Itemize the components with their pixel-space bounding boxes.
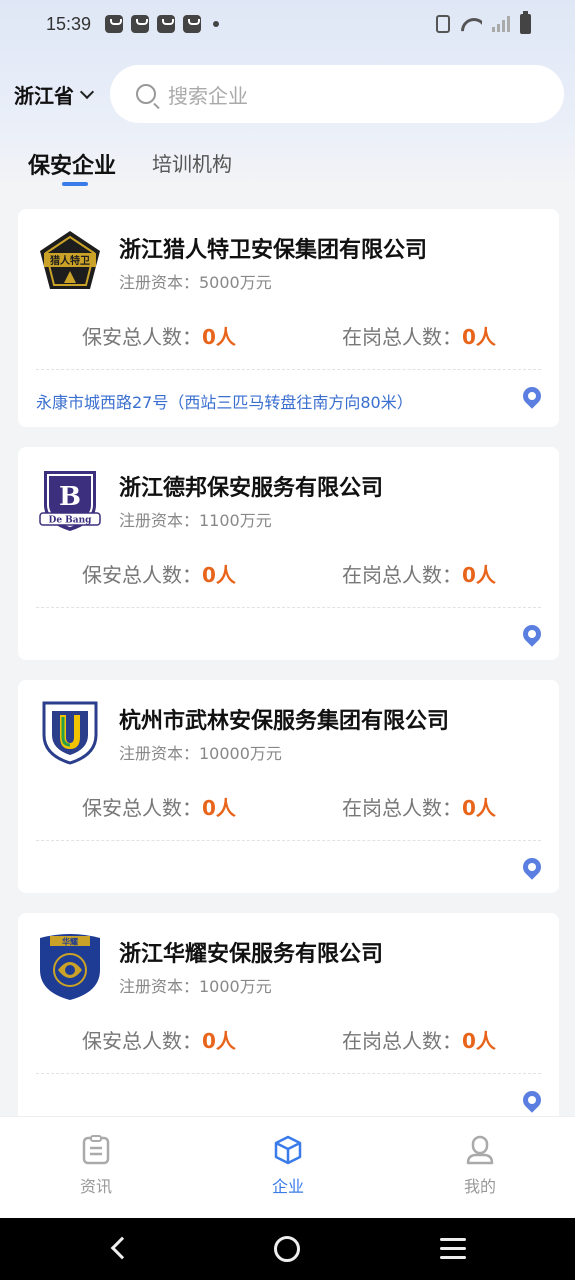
search-input[interactable]: 搜索企业 <box>110 65 564 123</box>
nav-mine[interactable]: 我的 <box>440 1135 520 1197</box>
company-logo: 华耀 <box>36 931 104 1000</box>
onduty-count: 在岗总人数：0人 <box>342 559 496 588</box>
chevron-down-icon <box>79 84 95 99</box>
location-pin-icon[interactable] <box>519 383 545 409</box>
security-count-label: 保安总人数： <box>82 325 202 349</box>
company-address[interactable]: 永康市城西路27号（西站三匹马转盘往南方向80米） <box>36 389 413 413</box>
onduty-count-value: 0人 <box>462 325 496 349</box>
registered-capital: 注册资本：1100万元 <box>119 511 272 530</box>
nav-company[interactable]: 企业 <box>248 1135 328 1197</box>
nav-company-label: 企业 <box>271 1177 304 1196</box>
system-navigation-bar <box>0 1218 575 1280</box>
onduty-count: 在岗总人数：0人 <box>342 321 496 350</box>
security-count: 保安总人数：0人 <box>82 792 236 821</box>
divider <box>36 607 541 608</box>
security-count-label: 保安总人数： <box>82 563 202 587</box>
onduty-count-value: 0人 <box>462 796 496 820</box>
nav-mine-label: 我的 <box>463 1177 496 1196</box>
divider <box>36 1073 541 1074</box>
registered-capital: 注册资本：10000万元 <box>119 744 282 763</box>
home-icon[interactable] <box>274 1236 300 1262</box>
region-label: 浙江省 <box>14 84 74 108</box>
profile-icon <box>466 1135 494 1165</box>
company-name: 浙江猎人特卫安保集团有限公司 <box>119 238 428 263</box>
security-count-value: 0人 <box>202 1029 236 1053</box>
signal-icon <box>492 16 510 32</box>
divider <box>36 840 541 841</box>
wifi-icon <box>460 16 482 32</box>
menu-icon[interactable] <box>440 1238 466 1260</box>
onduty-count-label: 在岗总人数： <box>342 1029 462 1053</box>
company-name: 浙江德邦保安服务有限公司 <box>119 476 384 501</box>
logo-text: 猎人特卫 <box>50 254 90 267</box>
notification-icon <box>157 15 176 33</box>
more-dot-icon <box>213 21 220 27</box>
search-placeholder: 搜索企业 <box>168 83 248 108</box>
company-name: 浙江华耀安保服务有限公司 <box>119 942 384 967</box>
onduty-count: 在岗总人数：0人 <box>342 792 496 821</box>
status-time: 15:39 <box>46 13 92 34</box>
search-icon <box>136 84 156 104</box>
location-pin-icon[interactable] <box>519 621 545 647</box>
security-count: 保安总人数：0人 <box>82 321 236 350</box>
back-icon[interactable] <box>110 1236 134 1260</box>
company-card[interactable]: 猎人特卫 浙江猎人特卫安保集团有限公司 注册资本：5000万元 保安总人数：0人… <box>18 209 559 427</box>
logo-text: De Bang <box>49 516 93 526</box>
svg-text:B: B <box>59 482 81 512</box>
company-name: 杭州市武林安保服务集团有限公司 <box>119 709 450 734</box>
onduty-count-label: 在岗总人数： <box>342 563 462 587</box>
bottom-navigation: 资讯 企业 我的 <box>0 1116 575 1218</box>
registered-capital: 注册资本：5000万元 <box>119 273 272 292</box>
region-selector[interactable]: 浙江省 <box>14 80 95 109</box>
logo-text: 华耀 <box>62 937 78 947</box>
company-card[interactable]: 杭州市武林安保服务集团有限公司 注册资本：10000万元 保安总人数：0人 在岗… <box>18 680 559 893</box>
onduty-count-label: 在岗总人数： <box>342 325 462 349</box>
divider <box>36 369 541 370</box>
location-pin-icon[interactable] <box>519 1087 545 1113</box>
onduty-count-value: 0人 <box>462 1029 496 1053</box>
onduty-count: 在岗总人数：0人 <box>342 1025 496 1054</box>
nav-news-label: 资讯 <box>79 1177 112 1196</box>
location-pin-icon[interactable] <box>519 854 545 880</box>
security-count-value: 0人 <box>202 563 236 587</box>
company-logo <box>36 698 104 766</box>
registered-capital: 注册资本：1000万元 <box>119 977 272 996</box>
company-logo: B De Bang <box>36 465 104 533</box>
notification-icon <box>131 15 150 33</box>
nav-news[interactable]: 资讯 <box>56 1135 136 1197</box>
active-tab-indicator <box>62 182 88 186</box>
notification-icon <box>183 15 202 33</box>
security-count: 保安总人数：0人 <box>82 1025 236 1054</box>
security-count: 保安总人数：0人 <box>82 559 236 588</box>
vibrate-icon <box>436 15 450 33</box>
category-tabs: 保安企业 培训机构 <box>0 140 575 190</box>
company-icon <box>274 1135 302 1165</box>
company-card[interactable]: 华耀 浙江华耀安保服务有限公司 注册资本：1000万元 保安总人数：0人 在岗总… <box>18 913 559 1126</box>
notification-icon <box>105 15 124 33</box>
security-count-value: 0人 <box>202 325 236 349</box>
onduty-count-value: 0人 <box>462 563 496 587</box>
news-icon <box>82 1135 110 1165</box>
security-count-label: 保安总人数： <box>82 796 202 820</box>
battery-icon <box>520 11 531 34</box>
security-count-value: 0人 <box>202 796 236 820</box>
tab-training-institution[interactable]: 培训机构 <box>152 148 232 177</box>
tab-security-company[interactable]: 保安企业 <box>28 148 116 180</box>
security-count-label: 保安总人数： <box>82 1029 202 1053</box>
status-bar: 15:39 <box>0 0 575 48</box>
company-card[interactable]: B De Bang 浙江德邦保安服务有限公司 注册资本：1100万元 保安总人数… <box>18 447 559 660</box>
onduty-count-label: 在岗总人数： <box>342 796 462 820</box>
company-list: 猎人特卫 浙江猎人特卫安保集团有限公司 注册资本：5000万元 保安总人数：0人… <box>18 209 559 1146</box>
company-logo: 猎人特卫 <box>36 227 104 295</box>
